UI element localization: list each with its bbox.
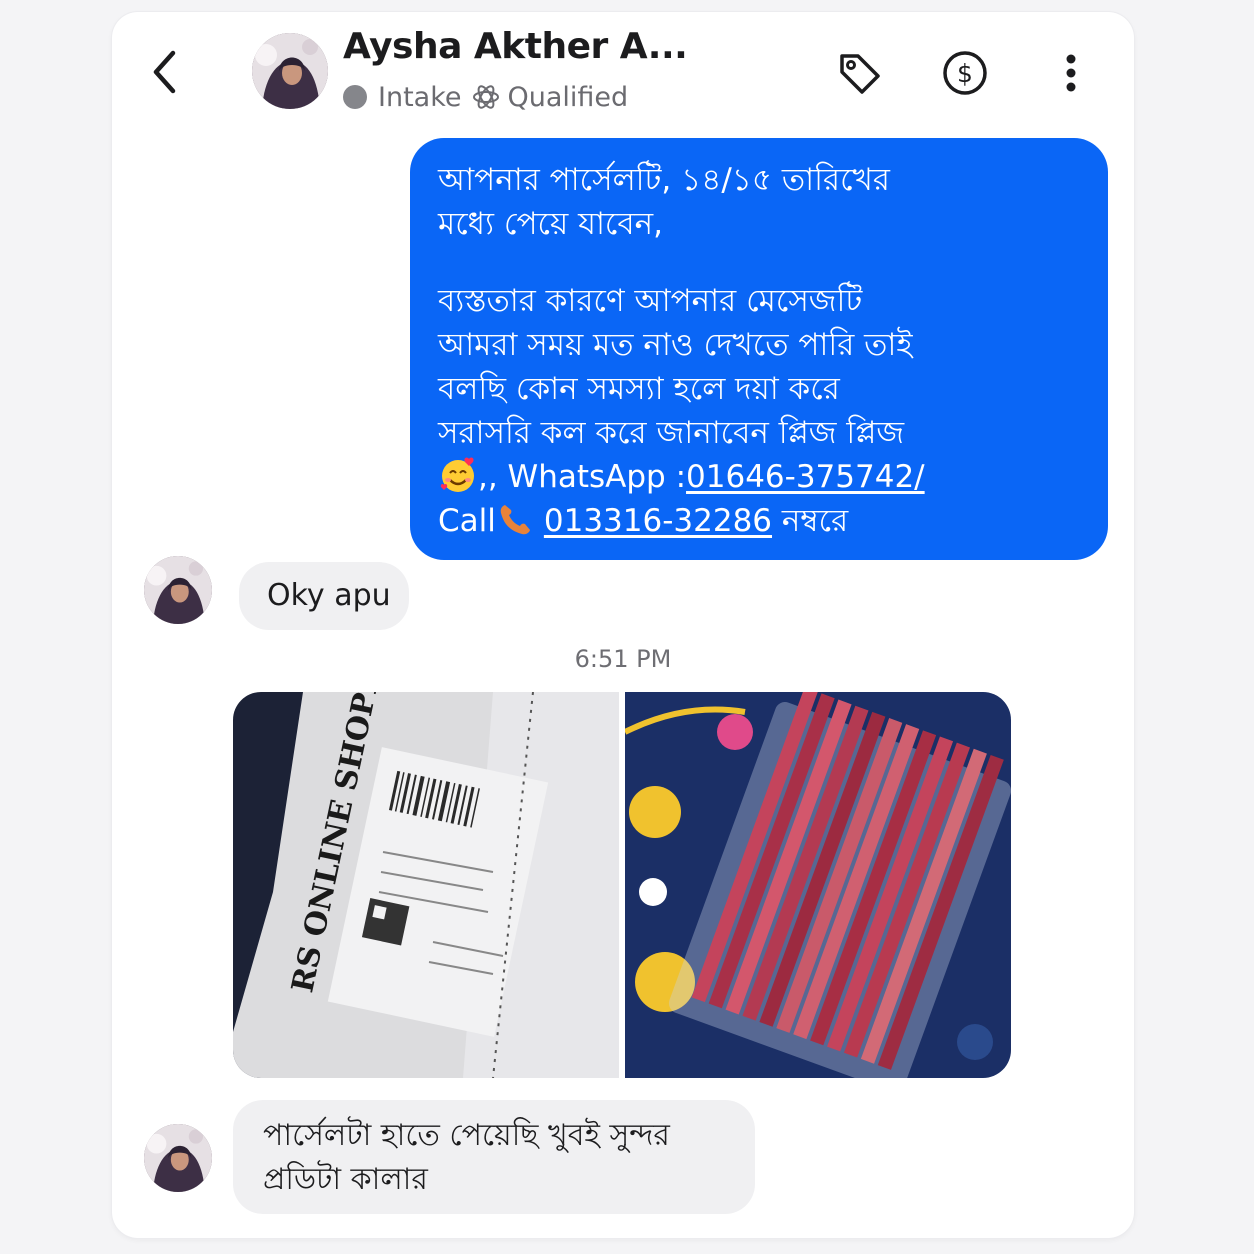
contact-avatar[interactable] bbox=[144, 1124, 212, 1192]
svg-text:$: $ bbox=[957, 59, 973, 88]
message-line: মধ্যে পেয়ে যাবেন, bbox=[438, 206, 663, 242]
whatsapp-label: ,, WhatsApp : bbox=[478, 459, 687, 495]
contact-avatar[interactable] bbox=[252, 33, 328, 109]
tag-icon[interactable] bbox=[834, 48, 884, 98]
whatsapp-number-link[interactable]: 01646-375742/ bbox=[686, 459, 925, 495]
call-line: Call 013316-32286 নম্বরে bbox=[438, 499, 1080, 543]
contact-status-row: Intake Qualified bbox=[343, 78, 628, 116]
outgoing-message[interactable]: আপনার পার্সেলটি, ১৪/১৫ তারিখের মধ্যে পেয… bbox=[410, 138, 1108, 560]
whatsapp-line: ,, WhatsApp :01646-375742/ bbox=[438, 455, 1080, 499]
photo-attachment-group: RS ONLINE SHOPPER bbox=[233, 692, 1011, 1078]
parcel-package-photo[interactable]: RS ONLINE SHOPPER bbox=[233, 692, 619, 1078]
lead-status[interactable]: Qualified bbox=[508, 82, 629, 113]
call-number-link[interactable]: 013316-32286 bbox=[544, 503, 772, 539]
chat-window: Aysha Akther A... Intake Qualified $ আপন… bbox=[112, 12, 1134, 1238]
message-line: ব্যস্ততার কারণে আপনার মেসেজটি bbox=[438, 283, 863, 319]
dollar-icon[interactable]: $ bbox=[940, 48, 990, 98]
message-timestamp: 6:51 PM bbox=[574, 645, 672, 673]
call-suffix: নম্বরে bbox=[772, 503, 849, 539]
message-line: পার্সেলটা হাতে পেয়েছি খুবই সুন্দর bbox=[263, 1118, 670, 1153]
message-line: আমরা সময় মত নাও দেখতে পারি তাই bbox=[438, 327, 913, 363]
lip-liner-pencils-photo[interactable] bbox=[623, 692, 1011, 1078]
back-chevron-icon[interactable] bbox=[142, 44, 192, 100]
incoming-message[interactable]: পার্সেলটা হাতে পেয়েছি খুবই সুন্দর প্রডি… bbox=[233, 1100, 755, 1214]
phone-receiver-icon bbox=[496, 499, 536, 539]
message-line: সরাসরি কল করে জানাবেন প্লিজ প্লিজ bbox=[438, 415, 905, 451]
more-options-icon[interactable] bbox=[1046, 48, 1096, 98]
message-line: বলছি কোন সমস্যা হলে দয়া করে bbox=[438, 371, 840, 407]
status-dot-icon bbox=[343, 85, 367, 109]
atom-icon bbox=[472, 83, 500, 111]
pipeline-stage[interactable]: Intake bbox=[378, 82, 462, 113]
message-line: আপনার পার্সেলটি, ১৪/১৫ তারিখের bbox=[438, 162, 890, 198]
incoming-message[interactable]: Oky apu bbox=[239, 562, 409, 630]
smiling-face-with-hearts-icon bbox=[438, 455, 478, 495]
contact-avatar[interactable] bbox=[144, 556, 212, 624]
contact-name[interactable]: Aysha Akther A... bbox=[343, 26, 688, 67]
call-label: Call bbox=[438, 503, 496, 539]
message-line: প্রডিটা কালার bbox=[263, 1162, 428, 1197]
